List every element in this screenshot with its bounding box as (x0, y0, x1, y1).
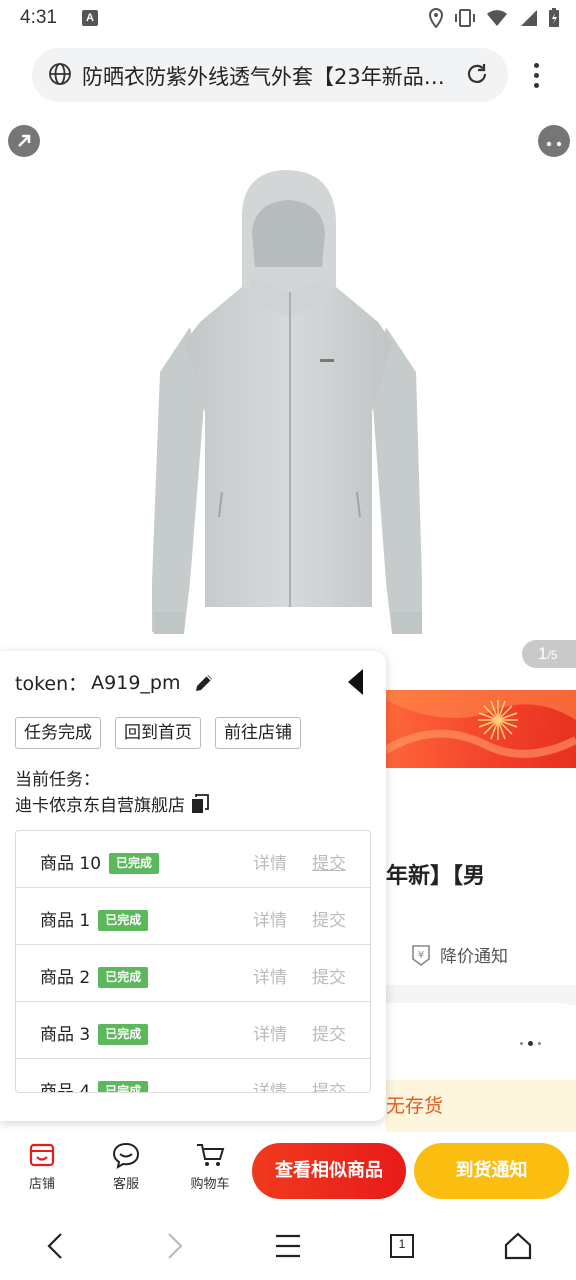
location-icon (428, 8, 444, 28)
status-time: 4:31 (20, 7, 57, 28)
url-text[interactable]: 防晒衣防紫外线透气外套【23年新品】【男 (82, 61, 452, 91)
notification-icon: A (82, 10, 98, 26)
submit-link[interactable]: 提交 (312, 1020, 346, 1045)
current-task-value: 迪卡侬京东自营旗舰店 (15, 796, 185, 816)
task-name: 商品 2 (40, 968, 91, 988)
submit-link[interactable]: 提交 (312, 906, 346, 931)
back-icon[interactable] (38, 1228, 74, 1264)
forward-icon[interactable] (156, 1228, 192, 1264)
arrival-notify-button[interactable]: 到货通知 (414, 1143, 569, 1199)
wifi-icon (487, 10, 507, 26)
cart-label: 购物车 (190, 1177, 230, 1192)
task-item: 商品 1 已完成 详情 提交 (16, 888, 370, 945)
submit-link[interactable]: 提交 (312, 963, 346, 988)
address-bar[interactable]: 防晒衣防紫外线透气外套【23年新品】【男 (32, 48, 508, 102)
battery-icon (549, 8, 559, 27)
more-dots-icon[interactable] (520, 1041, 541, 1046)
image-counter-total: /5 (547, 648, 558, 662)
back-home-button[interactable]: 回到首页 (115, 717, 201, 749)
token-label: token： (15, 673, 88, 695)
overflow-menu-icon[interactable] (524, 60, 548, 90)
token-row: token： A919_pm (15, 669, 216, 696)
task-name: 商品 1 (40, 911, 91, 931)
info-card[interactable] (386, 1003, 576, 1081)
jacket-illustration (152, 170, 422, 634)
detail-link[interactable]: 详情 (253, 849, 287, 874)
signal-icon (521, 10, 537, 26)
menu-icon[interactable] (270, 1228, 306, 1264)
view-similar-button[interactable]: 查看相似商品 (252, 1143, 406, 1199)
task-panel: token： A919_pm 任务完成 回到首页 前往店铺 当前任务： 迪卡侬京… (0, 651, 386, 1121)
svg-text:¥: ¥ (418, 950, 424, 961)
task-complete-button[interactable]: 任务完成 (15, 717, 101, 749)
vibrate-icon (455, 9, 475, 27)
share-icon[interactable] (8, 125, 40, 157)
price-drop-notice[interactable]: ¥ 降价通知 (410, 942, 508, 967)
customer-service-tab[interactable]: 客服 (96, 1141, 156, 1192)
detail-link[interactable]: 详情 (253, 963, 287, 988)
detail-link[interactable]: 详情 (253, 906, 287, 931)
edit-icon[interactable] (192, 671, 216, 695)
stock-status: 无存货 (386, 1080, 576, 1132)
tab-count: 1 (398, 1237, 406, 1251)
detail-link[interactable]: 详情 (253, 1020, 287, 1045)
task-item: 商品 10 已完成 详情 提交 (16, 831, 370, 888)
collapse-panel-icon[interactable] (348, 669, 363, 695)
status-badge: 已完成 (98, 910, 149, 931)
status-badge: 已完成 (98, 967, 149, 988)
cart-icon (197, 1144, 225, 1166)
task-item: 商品 2 已完成 详情 提交 (16, 945, 370, 1002)
task-name: 商品 3 (40, 1025, 91, 1045)
tabs-button[interactable]: 1 (384, 1228, 420, 1264)
section-divider (386, 985, 576, 1005)
status-badge: 已完成 (98, 1024, 149, 1045)
shop-tab[interactable]: 店铺 (12, 1141, 72, 1192)
promo-banner[interactable] (386, 690, 576, 768)
status-bar: 4:31 A (0, 0, 576, 36)
task-list[interactable]: 商品 10 已完成 详情 提交 商品 1 已完成 详情 提交 商品 2 已完成 详情 … (15, 830, 371, 1093)
cart-tab[interactable]: 购物车 (180, 1141, 240, 1192)
reload-icon[interactable] (464, 61, 490, 87)
more-options-icon[interactable] (538, 125, 570, 157)
detail-link[interactable]: 详情 (253, 1077, 287, 1092)
shop-label: 店铺 (28, 1177, 55, 1192)
image-counter: 1/5 (522, 640, 576, 668)
submit-link[interactable]: 提交 (312, 1077, 346, 1092)
browser-nav-bar: 1 (0, 1210, 576, 1280)
task-item: 商品 4 已完成 详情 提交 (16, 1059, 370, 1093)
task-item: 商品 3 已完成 详情 提交 (16, 1002, 370, 1059)
go-to-shop-button[interactable]: 前往店铺 (215, 717, 301, 749)
task-name: 商品 10 (40, 854, 102, 874)
product-image[interactable] (0, 112, 576, 672)
copy-icon[interactable] (191, 793, 209, 814)
chat-icon (112, 1142, 140, 1169)
current-task-label: 当前任务： (15, 770, 100, 790)
status-badge: 已完成 (98, 1081, 149, 1092)
price-notice-label: 降价通知 (440, 947, 508, 967)
token-value: A919_pm (91, 671, 181, 694)
shop-icon (29, 1143, 55, 1167)
service-label: 客服 (112, 1177, 139, 1192)
product-title-fragment: 年新】【男 (386, 864, 486, 889)
globe-icon (49, 63, 71, 85)
submit-link[interactable]: 提交 (312, 849, 346, 874)
home-icon[interactable] (500, 1228, 536, 1264)
status-badge: 已完成 (109, 853, 160, 874)
price-tag-icon: ¥ (412, 944, 430, 966)
action-bar: 店铺 客服 购物车 查看相似商品 到货通知 (0, 1135, 576, 1209)
task-name: 商品 4 (40, 1082, 91, 1093)
